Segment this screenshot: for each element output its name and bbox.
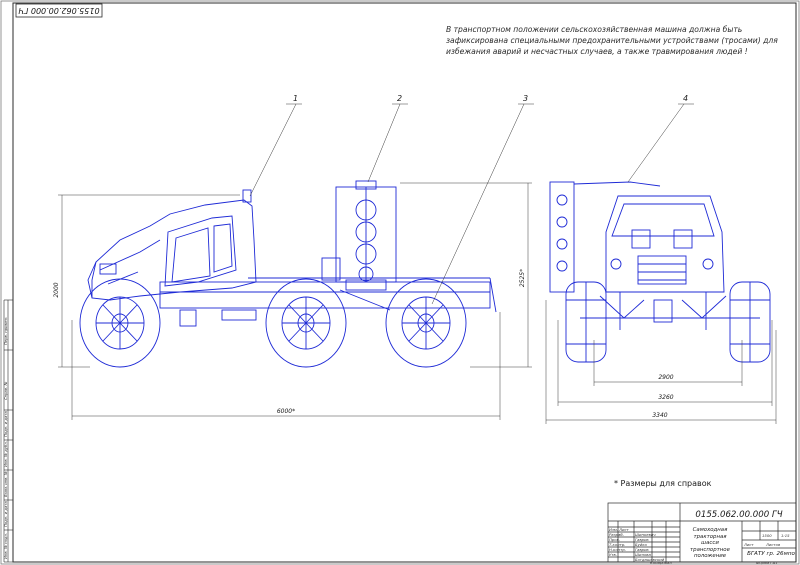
front-view [549, 181, 771, 363]
tb-scale: 1:15 [781, 533, 790, 538]
tb-copied: Копировал [650, 560, 672, 565]
dim-width-inner: 3260 [658, 394, 673, 401]
doc-number-top: 0155.062.00.000 ГЧ [18, 6, 100, 15]
tb-row-5: Утв. [609, 552, 617, 557]
title-block-code: 0155.062.00.000 ГЧ [695, 510, 783, 520]
callout-3: 3 [523, 94, 528, 103]
tb-sheets: Листов [765, 542, 781, 547]
dim-length: 6000* [277, 408, 295, 415]
side-label-5: Подп. и дата [3, 500, 8, 527]
tb-sheet: Лист [743, 542, 754, 547]
side-label-1: Справ. № [3, 381, 8, 400]
callout-4: 4 [683, 94, 688, 103]
tb-mass: 1500 [762, 533, 772, 538]
reference-note: * Размеры для справок [614, 479, 712, 488]
side-label-4: Взам. инв. № [3, 471, 8, 497]
title-block-org: БГАТУ гр. 26мпо [747, 551, 795, 557]
tb-format: Формат А1 [756, 560, 778, 565]
dim-track: 2900 [658, 374, 673, 381]
callout-2: 2 [397, 94, 402, 103]
callout-1: 1 [293, 94, 298, 103]
dim-width-outer: 3340 [652, 412, 667, 419]
side-label-0: Перв. примен. [3, 316, 8, 345]
title-line-1: шасси [701, 540, 719, 547]
side-view [79, 180, 497, 368]
title-line-2: транспортное положение [690, 546, 730, 560]
safety-note: В транспортном положении сельскохозяйств… [446, 25, 778, 56]
dimension-lines [58, 182, 777, 424]
side-label-3: Инв. № дубл. [3, 441, 8, 467]
side-label-2: Подп. и дата [3, 410, 8, 437]
title-block-title: Самоходная тракторная шасси транспортное… [680, 527, 740, 560]
callout-numbers: 1 2 3 4 [293, 94, 688, 103]
dim-height: 2000 [53, 282, 60, 297]
title-line-0: Самоходная тракторная [692, 527, 728, 540]
side-label-6: Инв. № подл. [3, 533, 8, 559]
dim-platform-height: 2525* [519, 269, 526, 287]
